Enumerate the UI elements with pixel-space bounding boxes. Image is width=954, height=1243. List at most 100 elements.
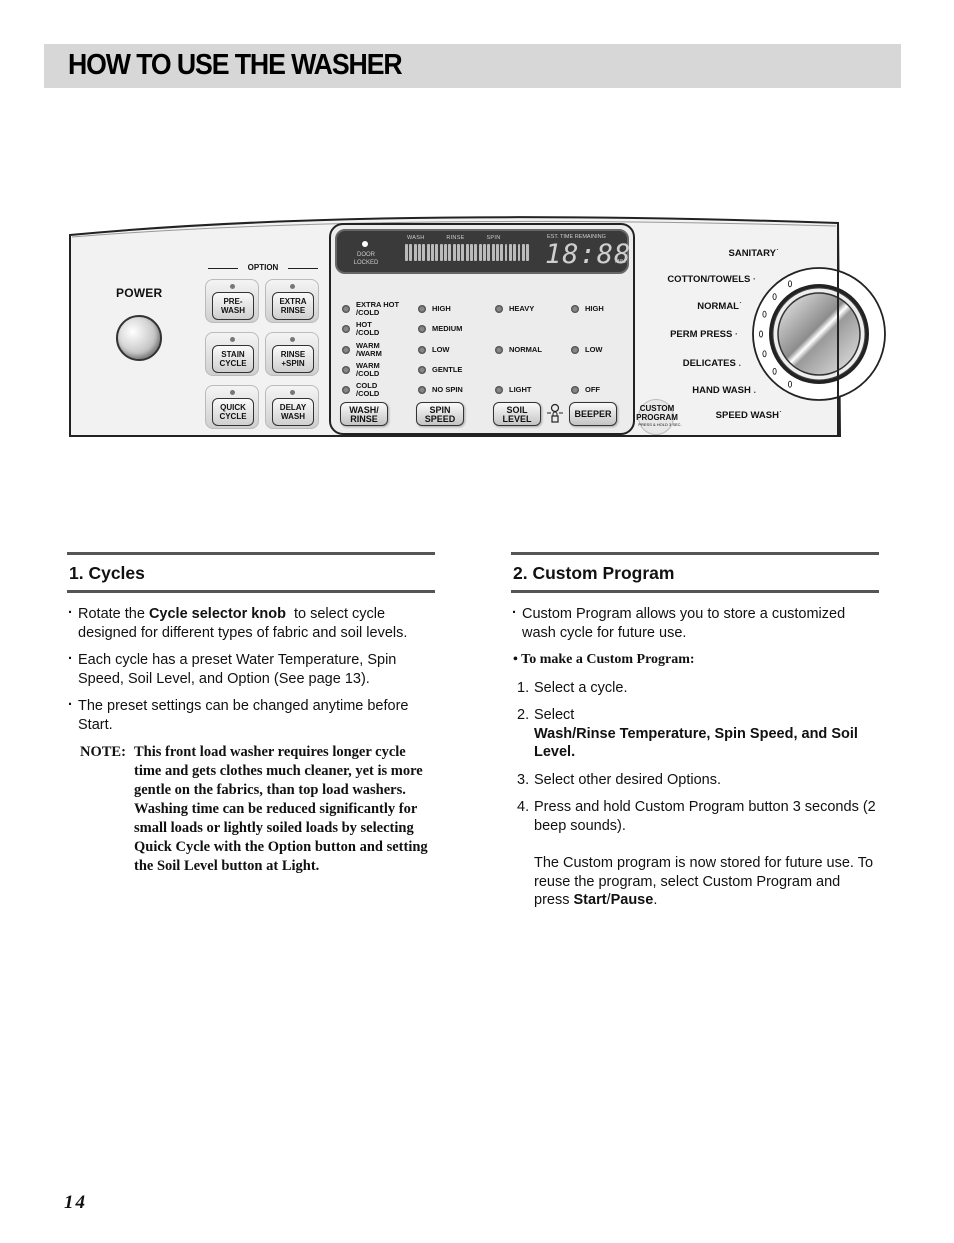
indicator-led xyxy=(342,325,350,333)
indicator-led xyxy=(290,284,295,289)
min-label: MIN. xyxy=(615,259,627,265)
indicator-led xyxy=(418,346,426,354)
cycles-section: 1. Cycles Rotate the Cycle selector knob… xyxy=(67,552,435,876)
soil-level-option: LIGHT xyxy=(495,386,532,394)
cycle-label-perm-press: PERM PRESS · xyxy=(670,329,738,340)
cycle-label-hand-wash: HAND WASH . xyxy=(692,385,756,396)
indicator-led xyxy=(342,305,350,313)
stage-spin-label: SPIN xyxy=(486,235,501,241)
button-label: QUICK CYCLE xyxy=(212,398,254,426)
indicator-led xyxy=(418,325,426,333)
cycles-bullet: Each cycle has a preset Water Temperatur… xyxy=(67,650,435,688)
power-label: POWER xyxy=(116,286,163,300)
extra-rinse-button[interactable]: EXTRA RINSE xyxy=(265,279,319,323)
wash-rinse-option: COLD /COLD xyxy=(342,382,379,398)
progress-segment xyxy=(430,244,434,261)
button-label: PRE- WASH xyxy=(212,292,254,320)
note-text: This front load washer requires longer c… xyxy=(134,744,428,874)
progress-segment xyxy=(517,244,521,261)
indicator-led xyxy=(495,305,503,313)
progress-segment xyxy=(465,244,469,261)
wash-rinse-option: WARM /COLD xyxy=(342,362,380,378)
page-title: HOW TO USE THE WASHER xyxy=(68,49,403,81)
stage-wash-label: WASH xyxy=(407,235,425,241)
custom-program-section: 2. Custom Program Custom Program allows … xyxy=(511,552,879,919)
custom-program-subheading: • To make a Custom Program: xyxy=(513,652,695,667)
progress-bar-segments xyxy=(405,244,530,261)
spin-speed-option: GENTLE xyxy=(418,366,462,374)
progress-segment xyxy=(426,244,430,261)
progress-segment xyxy=(500,244,504,261)
lcd-display: DOOR LOCKED WASH RINSE SPIN EST. TIME RE… xyxy=(335,229,632,274)
spin-speed-option: LOW xyxy=(418,346,450,354)
progress-segment xyxy=(443,244,447,261)
progress-segment xyxy=(439,244,443,261)
progress-segment xyxy=(448,244,452,261)
cycle-selector-knob[interactable] xyxy=(750,265,888,403)
cycles-heading: 1. Cycles xyxy=(69,563,145,583)
spin-speed-button[interactable]: SPIN SPEED xyxy=(416,402,464,426)
progress-segment xyxy=(495,244,499,261)
wash-rinse-option: EXTRA HOT /COLD xyxy=(342,301,399,317)
button-label: STAIN CYCLE xyxy=(212,345,254,373)
indicator-led xyxy=(418,305,426,313)
progress-segment xyxy=(417,244,421,261)
section-rule-bottom xyxy=(511,590,879,593)
beeper-option: LOW xyxy=(571,346,603,354)
beeper-button[interactable]: BEEPER xyxy=(569,402,617,426)
wash-rinse-option: HOT /COLD xyxy=(342,321,379,337)
wash-rinse-option: WARM /WARM xyxy=(342,342,382,358)
indicator-led xyxy=(230,390,235,395)
indicator-led xyxy=(342,366,350,374)
indicator-led xyxy=(230,337,235,342)
cycles-bullet: Rotate the Cycle selector knob to select… xyxy=(67,604,435,642)
indicator-led xyxy=(342,346,350,354)
rinse-spin-button[interactable]: RINSE +SPIN xyxy=(265,332,319,376)
custom-program-heading: 2. Custom Program xyxy=(513,563,675,583)
progress-segment xyxy=(482,244,486,261)
indicator-led xyxy=(418,366,426,374)
cycle-label-speed-wash: SPEED WASH˙ xyxy=(715,410,782,421)
beeper-option: HIGH xyxy=(571,305,604,313)
button-label: RINSE +SPIN xyxy=(272,345,314,373)
stain-cycle-button[interactable]: STAIN CYCLE xyxy=(205,332,259,376)
custom-program-sublabel: PRESS & HOLD 3 SEC. xyxy=(638,422,682,427)
panel-right-edge xyxy=(837,223,839,437)
progress-segment xyxy=(474,244,478,261)
indicator-led xyxy=(290,390,295,395)
progress-segment xyxy=(521,244,525,261)
quick-cycle-button[interactable]: QUICK CYCLE xyxy=(205,385,259,429)
progress-segment xyxy=(469,244,473,261)
option-group-label: OPTION xyxy=(208,263,318,272)
progress-segment xyxy=(422,244,426,261)
cycle-label-normal: NORMAL˙ xyxy=(697,301,742,312)
control-panel-illustration: POWER OPTION PRE- WASH EXTRA RINSE STAIN… xyxy=(68,213,904,438)
progress-segment xyxy=(513,244,517,261)
progress-segment xyxy=(508,244,512,261)
pre-wash-button[interactable]: PRE- WASH xyxy=(205,279,259,323)
page-number: 14 xyxy=(64,1192,87,1213)
time-readout: 18:88 xyxy=(545,239,632,270)
progress-segment xyxy=(491,244,495,261)
progress-segment xyxy=(487,244,491,261)
door-locked-indicator xyxy=(362,241,368,247)
power-button[interactable] xyxy=(116,315,162,361)
indicator-led xyxy=(571,305,579,313)
indicator-led xyxy=(495,346,503,354)
delay-wash-button[interactable]: DELAY WASH xyxy=(265,385,319,429)
wash-rinse-button[interactable]: WASH/ RINSE xyxy=(340,402,388,426)
progress-segment xyxy=(504,244,508,261)
indicator-led xyxy=(571,346,579,354)
progress-segment xyxy=(461,244,465,261)
custom-program-label: CUSTOM PROGRAM xyxy=(636,404,678,422)
child-lock-icon xyxy=(547,403,563,423)
progress-segment xyxy=(413,244,417,261)
custom-program-bullet: Custom Program allows you to store a cus… xyxy=(511,604,879,642)
title-bar: HOW TO USE THE WASHER xyxy=(44,44,901,88)
step-item: 1. Select a cycle. xyxy=(517,679,628,696)
progress-segment xyxy=(456,244,460,261)
indicator-led xyxy=(230,284,235,289)
soil-level-button[interactable]: SOIL LEVEL xyxy=(493,402,541,426)
custom-program-button[interactable]: CUSTOM PROGRAM PRESS & HOLD 3 SEC. xyxy=(634,399,682,435)
spin-speed-option: HIGH xyxy=(418,305,451,313)
